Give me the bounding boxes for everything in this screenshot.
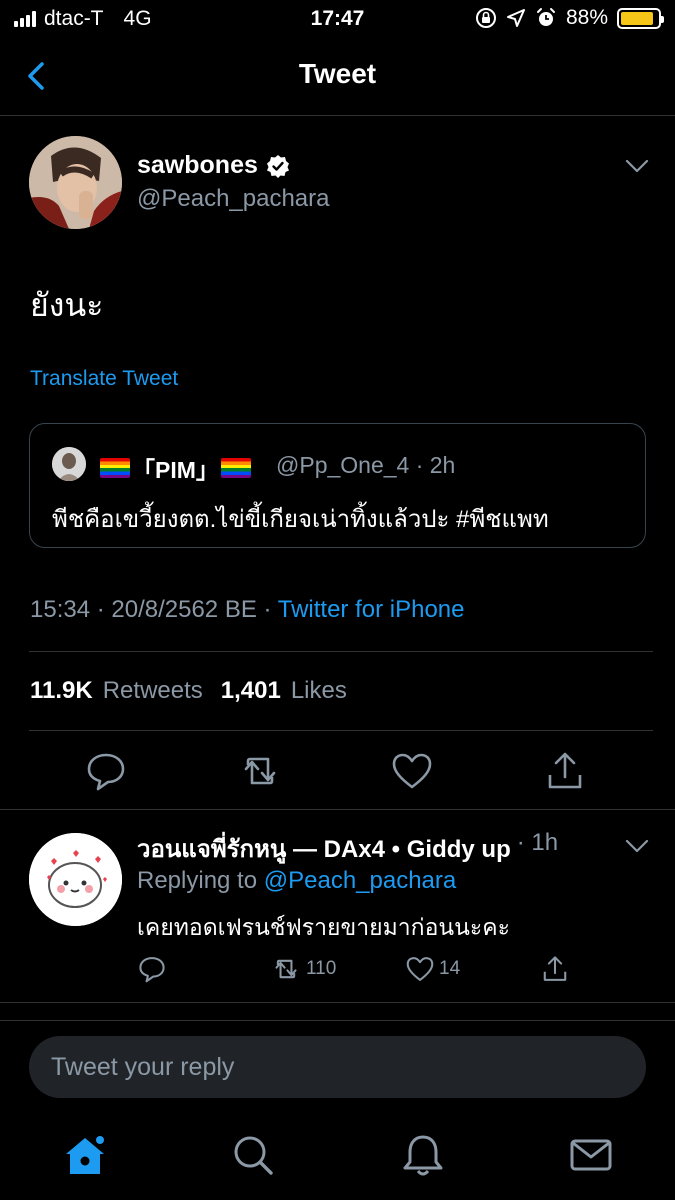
share-icon — [543, 956, 567, 981]
tweet-source-link[interactable]: Twitter for iPhone — [278, 596, 465, 623]
author-name[interactable]: sawbones — [137, 151, 258, 180]
page-title: Tweet — [298, 58, 377, 89]
search-icon[interactable] — [230, 1132, 276, 1178]
reply-reply-button[interactable] — [137, 954, 167, 984]
reply-avatar-photo — [29, 833, 122, 926]
likes-count[interactable]: 1,401 — [221, 677, 281, 705]
tweet-actions — [0, 745, 675, 797]
tweet-timestamp: 15:34 · 20/8/2562 BE · Twitter for iPhon… — [30, 596, 464, 624]
replying-to: Replying to @Peach_pachara — [137, 867, 456, 895]
replying-to-prefix: Replying to — [137, 867, 264, 894]
tweet-text: ยังนะ — [30, 287, 104, 323]
reply-icon[interactable] — [84, 749, 128, 793]
reply-author-avatar[interactable] — [29, 833, 122, 926]
quoted-author-name-row: 「PIM」 — [100, 451, 251, 485]
status-bar: dtac-T 4G 17:47 88% — [0, 0, 675, 38]
reply-text: เคยทอดเฟรนช์ฟรายขายมาก่อนนะคะ — [137, 914, 510, 940]
tweet-stats: 11.9K Retweets 1,401 Likes — [30, 677, 347, 705]
reply-icon — [139, 957, 165, 983]
rainbow-flag-icon — [220, 458, 251, 478]
replying-to-handle[interactable]: @Peach_pachara — [264, 867, 457, 894]
battery-fill — [621, 11, 653, 25]
retweet-icon — [275, 959, 297, 979]
notifications-bell-icon[interactable] — [400, 1132, 446, 1178]
retweets-label[interactable]: Retweets — [103, 677, 203, 705]
translate-tweet-link[interactable]: Translate Tweet — [30, 367, 178, 391]
author-handle[interactable]: @Peach_pachara — [137, 185, 330, 213]
reply-input[interactable] — [51, 1036, 621, 1098]
location-icon — [506, 9, 525, 27]
quoted-text: พีชคือเขวี้ยงตต.ไข่ขี้เกียจเน่าทิ้งแล้วป… — [52, 506, 549, 533]
quoted-tweet-card[interactable]: 「PIM」 @Pp_One_4 · 2h พีชคือเขวี้ยงตต.ไข่… — [29, 423, 646, 548]
home-icon[interactable] — [62, 1132, 108, 1178]
reply-share-button[interactable] — [540, 954, 570, 984]
reply-retweets-count: 110 — [306, 958, 337, 979]
timestamp-text: 15:34 · 20/8/2562 BE · — [30, 596, 278, 623]
rainbow-flag-icon — [100, 458, 130, 478]
messages-envelope-icon[interactable] — [568, 1132, 614, 1178]
author-avatar[interactable] — [29, 136, 122, 229]
reply-actions: 110 14 — [137, 954, 637, 990]
nav-bar: Tweet — [0, 38, 675, 116]
divider — [0, 1020, 675, 1021]
avatar-photo — [29, 136, 122, 229]
chevron-down-icon[interactable] — [625, 838, 649, 854]
quoted-avatar-photo — [52, 447, 86, 481]
share-icon[interactable] — [543, 749, 587, 793]
like-heart-icon — [406, 957, 434, 981]
verified-badge-icon — [266, 154, 289, 178]
divider — [29, 651, 653, 652]
author-name-row[interactable]: sawbones — [137, 151, 290, 180]
divider — [29, 730, 653, 731]
reply-time: · 1h — [516, 829, 559, 856]
divider — [0, 809, 675, 810]
reply-likes-count: 14 — [439, 958, 461, 979]
reply-author-name[interactable]: วอนแจพี่รักหนู — DAx4 • Giddy up — [137, 829, 511, 868]
retweets-count[interactable]: 11.9K — [30, 677, 93, 705]
reply-header: วอนแจพี่รักหนู — DAx4 • Giddy up · 1h — [137, 829, 558, 868]
divider — [0, 1002, 675, 1003]
quoted-meta: @Pp_One_4 · 2h — [276, 452, 456, 478]
status-right: 88% — [475, 6, 664, 30]
reply-retweet-button[interactable]: 110 — [270, 954, 336, 984]
tab-bar — [0, 1118, 675, 1200]
battery-icon — [617, 7, 664, 29]
rotation-lock-icon — [475, 8, 496, 28]
quoted-author-name: 「PIM」 — [132, 457, 219, 483]
like-heart-icon[interactable] — [390, 749, 434, 793]
quoted-author-avatar — [52, 447, 86, 481]
reply-composer[interactable] — [29, 1036, 646, 1098]
alarm-icon — [536, 8, 555, 26]
reply-like-button[interactable]: 14 — [405, 954, 460, 984]
retweet-icon[interactable] — [238, 749, 282, 793]
battery-percent: 88% — [565, 6, 608, 29]
chevron-down-icon[interactable] — [625, 158, 649, 174]
likes-label[interactable]: Likes — [291, 677, 347, 705]
